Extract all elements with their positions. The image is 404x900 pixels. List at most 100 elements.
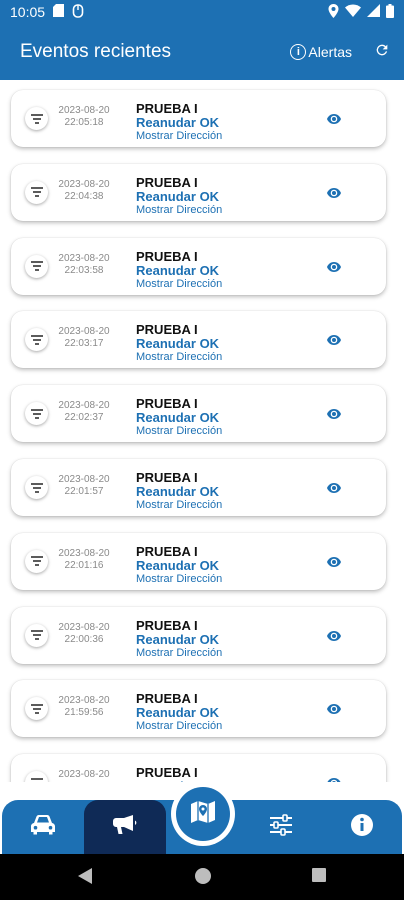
show-address-link[interactable]: Mostrar Dirección [136, 647, 222, 660]
event-texts: PRUEBA IReanudar OK [136, 766, 219, 782]
wifi-icon [345, 4, 361, 20]
event-timestamp: 2023-08-20 21:59:56 [53, 695, 115, 719]
signal-icon [367, 4, 380, 20]
event-card[interactable]: 2023-08-20 21:59:56 PRUEBA I Reanudar OK Mos… [11, 680, 386, 738]
eye-icon[interactable] [327, 111, 341, 129]
page-title: Eventos recientes [20, 41, 172, 62]
eye-icon[interactable] [327, 332, 341, 350]
event-timestamp: 2023-08-20 [53, 769, 115, 781]
filter-icon [25, 107, 48, 130]
nav-events-button[interactable] [84, 800, 166, 854]
event-card[interactable]: 2023-08-20 22:03:17 PRUEBA I Reanudar OK Mos… [11, 311, 386, 369]
eye-icon[interactable] [327, 480, 341, 498]
event-card[interactable]: 2023-08-20 22:01:16 PRUEBA I Reanudar OK Mos… [11, 532, 386, 590]
event-date: 2023-08-20 [58, 326, 110, 338]
location-icon [328, 3, 339, 21]
status-bar: 10:05 [0, 0, 404, 24]
screen: 10:05 Eventos recientes i Alertas 2023-0… [0, 0, 404, 900]
show-address-link[interactable]: Mostrar Dirección [136, 720, 222, 733]
event-card[interactable]: 2023-08-20 22:02:37 PRUEBA I Reanudar OK Mos… [11, 385, 386, 443]
event-name: PRUEBA I [136, 543, 198, 559]
event-name: PRUEBA I [136, 101, 198, 116]
event-status: Reanudar OK [136, 188, 220, 204]
event-timestamp: 2023-08-20 22:05:18 [53, 105, 115, 129]
show-address-link[interactable]: Mostrar Dirección [136, 130, 222, 143]
eye-icon[interactable] [327, 259, 341, 277]
event-status: Reanudar OK [136, 115, 220, 130]
car-icon [30, 814, 56, 841]
event-texts: PRUEBA I Reanudar OK Mostrar Dirección [136, 692, 222, 733]
event-name: PRUEBA I [136, 470, 198, 485]
android-hand-icon [72, 3, 84, 21]
event-time: 22:02:37 [64, 412, 104, 424]
event-time: 22:01:16 [64, 559, 104, 571]
refresh-icon [374, 42, 390, 63]
show-address-link[interactable]: Mostrar Dirección [136, 499, 222, 512]
eye-icon[interactable] [327, 701, 341, 719]
eye-icon[interactable] [327, 628, 341, 646]
event-list[interactable]: 2023-08-20 22:05:18 PRUEBA I Reanudar OK Mos… [0, 80, 404, 782]
megaphone-icon [112, 814, 138, 841]
event-name: PRUEBA I [136, 765, 198, 781]
event-card[interactable]: 2023-08-20 22:03:58 PRUEBA I Reanudar OK Mos… [11, 237, 386, 295]
eye-icon[interactable] [327, 406, 341, 424]
event-status: Reanudar OK [136, 484, 220, 499]
event-time: 22:03:58 [64, 264, 104, 276]
filter-icon [25, 180, 48, 204]
event-status: Reanudar OK [136, 557, 220, 573]
show-address-link[interactable]: Mostrar Dirección [136, 204, 222, 217]
filter-icon [25, 549, 48, 573]
home-icon[interactable] [194, 867, 212, 890]
event-name: PRUEBA I [136, 691, 198, 707]
event-card[interactable]: 2023-08-20 22:04:38 PRUEBA I Reanudar OK Mos… [11, 163, 386, 221]
eye-icon[interactable] [327, 185, 341, 203]
event-texts: PRUEBA I Reanudar OK Mostrar Dirección [136, 543, 222, 586]
event-date: 2023-08-20 [58, 621, 110, 633]
event-date: 2023-08-20 [58, 474, 110, 485]
event-card[interactable]: 2023-08-20 PRUEBA IReanudar OK [11, 754, 386, 782]
show-address-link[interactable]: Mostrar Dirección [136, 425, 222, 438]
filter-icon [25, 771, 48, 782]
sliders-icon [269, 813, 293, 841]
recents-icon[interactable] [311, 867, 327, 888]
event-texts: PRUEBA I Reanudar OK Mostrar Dirección [136, 397, 222, 438]
event-texts: PRUEBA I Reanudar OK Mostrar Dirección [136, 249, 222, 291]
nav-vehicles-button[interactable] [2, 800, 84, 854]
bottom-nav [0, 782, 404, 854]
system-nav-bar [0, 854, 404, 900]
nav-settings-button[interactable] [240, 800, 322, 854]
event-date: 2023-08-20 [58, 178, 110, 190]
event-date: 2023-08-20 [58, 547, 110, 559]
event-status: Reanudar OK [136, 262, 220, 278]
show-address-link[interactable]: Mostrar Dirección [136, 573, 222, 586]
event-texts: PRUEBA I Reanudar OK Mostrar Dirección [136, 323, 222, 364]
event-timestamp: 2023-08-20 22:04:38 [53, 179, 115, 203]
eye-icon[interactable] [327, 775, 341, 782]
filter-icon [25, 697, 48, 721]
refresh-button[interactable] [374, 42, 390, 63]
event-time: 22:04:38 [64, 190, 104, 202]
eye-icon[interactable] [327, 554, 341, 572]
status-time: 10:05 [10, 4, 46, 20]
event-card[interactable]: 2023-08-20 22:00:36 PRUEBA I Reanudar OK Mos… [11, 606, 386, 664]
event-date: 2023-08-20 [58, 400, 110, 412]
show-address-link[interactable]: Mostrar Dirección [136, 351, 222, 364]
back-icon[interactable] [77, 867, 93, 890]
filter-icon [25, 623, 48, 647]
nav-map-button[interactable] [171, 782, 235, 846]
filter-icon [25, 402, 48, 426]
event-time: 22:00:36 [64, 633, 104, 645]
battery-icon [386, 3, 394, 21]
nav-info-button[interactable] [322, 800, 402, 854]
alerts-button[interactable]: i Alertas [290, 44, 352, 60]
filter-icon [25, 254, 48, 278]
show-address-link[interactable]: Mostrar Dirección [136, 278, 222, 291]
event-texts: PRUEBA I Reanudar OK Mostrar Dirección [136, 618, 222, 660]
event-date: 2023-08-20 [58, 252, 110, 264]
sd-card-icon [53, 4, 65, 20]
event-date: 2023-08-20 [58, 105, 110, 116]
event-timestamp: 2023-08-20 22:01:16 [53, 548, 115, 572]
event-card[interactable]: 2023-08-20 22:05:18 PRUEBA I Reanudar OK Mos… [11, 90, 386, 147]
event-name: PRUEBA I [136, 322, 198, 338]
event-card[interactable]: 2023-08-20 22:01:57 PRUEBA I Reanudar OK Mos… [11, 459, 386, 516]
